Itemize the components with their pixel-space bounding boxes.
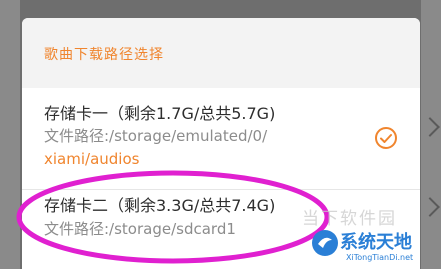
storage-option-card1[interactable]: 存储卡一（剩余1.7G/总共5.7G) 文件路径:/storage/emulat… xyxy=(22,100,420,190)
option-name: 存储卡一（剩余1.7G/总共5.7G) xyxy=(44,104,276,123)
dialog-title: 歌曲下载路径选择 xyxy=(44,47,164,63)
watermark-logo-icon xyxy=(312,230,338,256)
dialog-header: 歌曲下载路径选择 xyxy=(22,18,420,88)
watermark-brand: 系统天地 xyxy=(340,232,412,253)
option-path: 文件路径:/storage/emulated/0/ xyxy=(44,127,268,145)
check-circle-icon xyxy=(375,127,397,149)
background-right-panel xyxy=(420,0,441,269)
watermark-url: XiTongTianDi.net xyxy=(346,253,414,262)
watermark-text: 当下软件园 xyxy=(302,209,397,229)
option-path-continued: xiami/audios xyxy=(44,150,140,168)
background-left-panel xyxy=(0,0,20,269)
chevron-right-icon xyxy=(420,117,440,137)
option-name: 存储卡二（剩余3.3G/总共7.4G) xyxy=(44,196,276,215)
chevron-right-icon xyxy=(420,197,440,217)
option-path: 文件路径:/storage/sdcard1 xyxy=(44,220,236,238)
